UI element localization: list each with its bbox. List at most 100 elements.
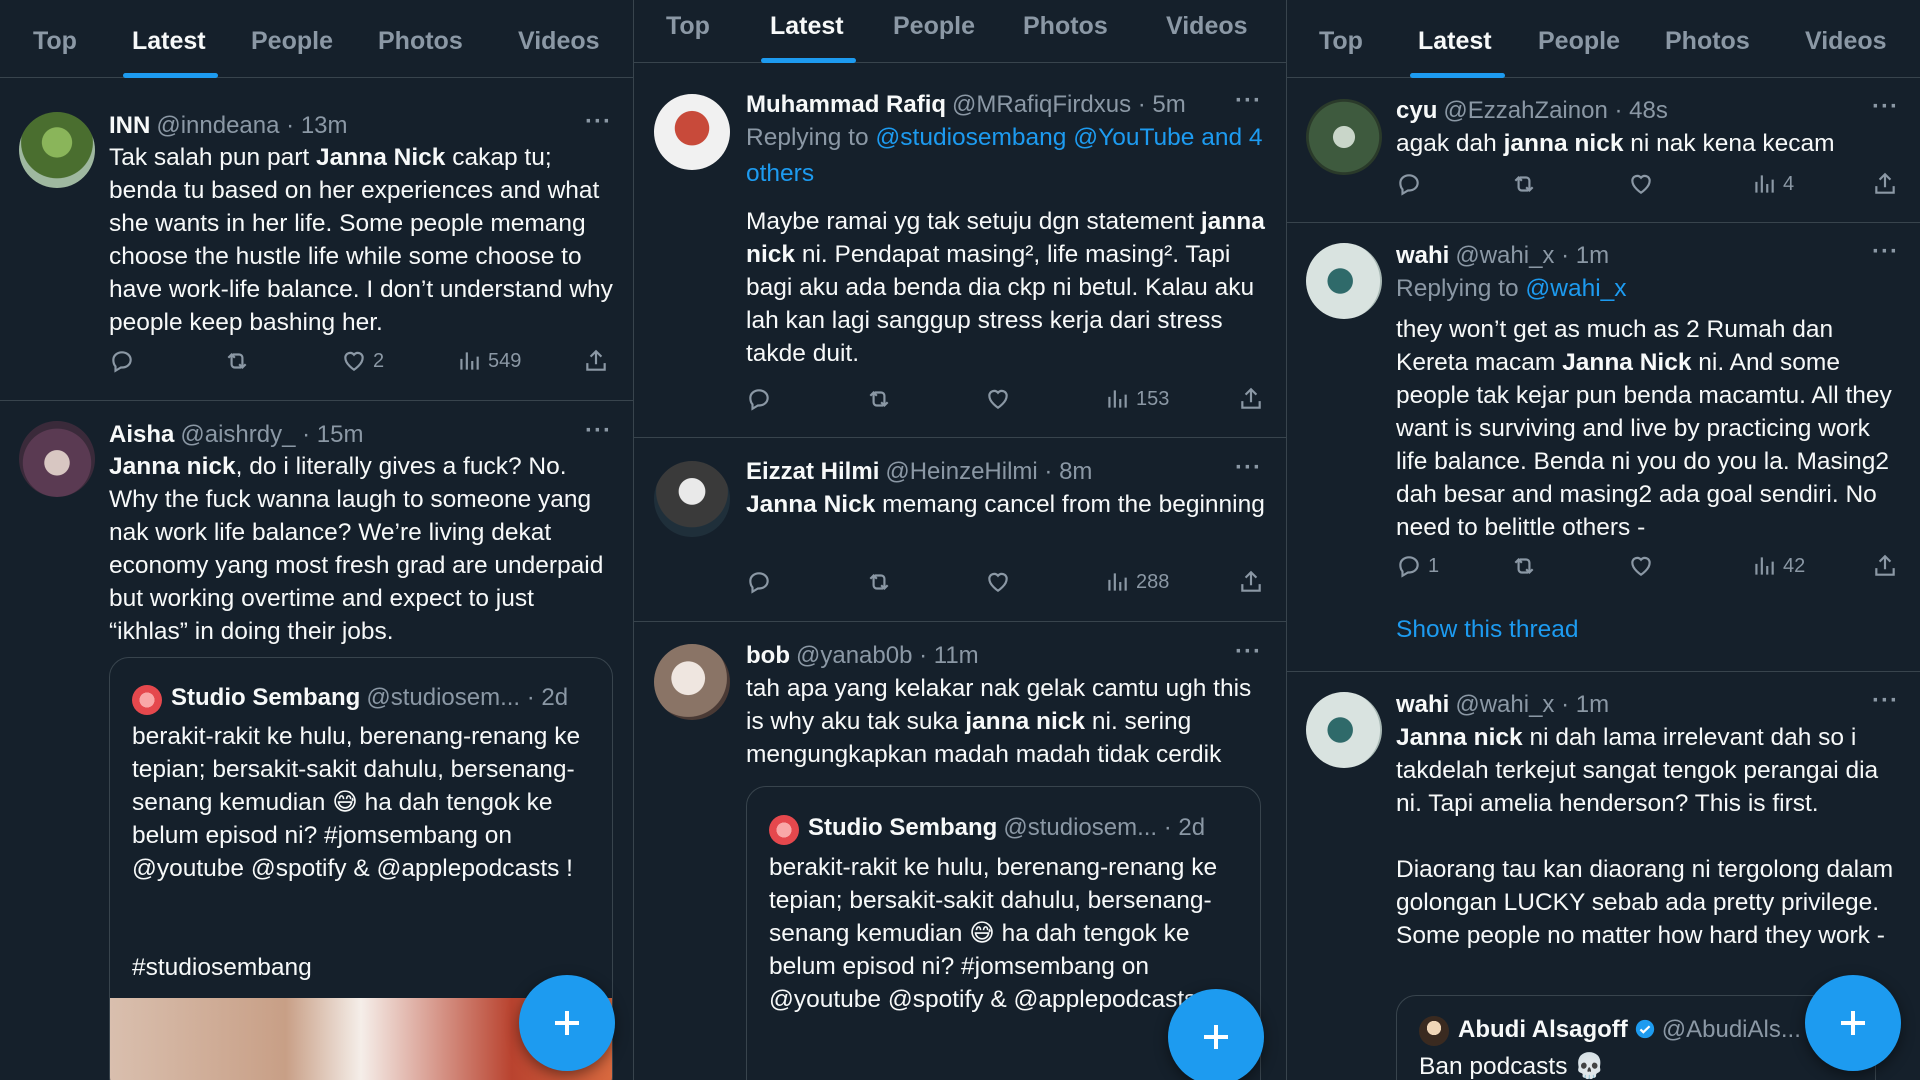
reply-button[interactable] xyxy=(109,348,135,374)
tab-latest[interactable]: Latest xyxy=(1418,27,1492,56)
more-icon[interactable]: ··· xyxy=(1872,238,1899,266)
retweet-button[interactable] xyxy=(866,386,892,412)
author-name[interactable]: Muhammad Rafiq xyxy=(746,91,946,118)
tab-photos[interactable]: Photos xyxy=(378,27,463,56)
author-handle[interactable]: @MRafiqFirdxus xyxy=(952,91,1131,118)
share-button[interactable] xyxy=(583,348,609,374)
views-button[interactable]: 42 xyxy=(1751,553,1805,579)
tab-top[interactable]: Top xyxy=(1319,27,1363,56)
tweet[interactable]: wahi @wahi_x · 1m ··· Replying to @wahi_x… xyxy=(1287,223,1920,672)
more-icon[interactable]: ··· xyxy=(1872,93,1899,121)
author-handle[interactable]: @yanab0b xyxy=(796,642,912,669)
author-name[interactable]: wahi xyxy=(1396,242,1449,269)
retweet-button[interactable] xyxy=(1511,553,1537,579)
like-button[interactable]: 2 xyxy=(341,348,384,374)
share-button[interactable] xyxy=(1238,569,1264,595)
retweet-button[interactable] xyxy=(866,569,892,595)
share-button[interactable] xyxy=(1872,171,1898,197)
compose-button[interactable] xyxy=(1805,975,1901,1071)
tab-videos[interactable]: Videos xyxy=(518,27,600,56)
tweet[interactable]: Eizzat Hilmi @HeinzeHilmi · 8m ··· Janna … xyxy=(634,438,1286,622)
tab-top[interactable]: Top xyxy=(33,27,77,56)
share-button[interactable] xyxy=(1238,386,1264,412)
like-button[interactable] xyxy=(1628,553,1654,579)
more-icon[interactable]: ··· xyxy=(1235,638,1262,666)
author-name[interactable]: INN xyxy=(109,112,150,139)
views-button[interactable]: 4 xyxy=(1751,171,1794,197)
more-icon[interactable]: ··· xyxy=(585,108,612,136)
views-button[interactable]: 549 xyxy=(456,348,521,374)
author-name[interactable]: wahi xyxy=(1396,691,1449,718)
quoted-header: Abudi Alsagoff @AbudiAls... xyxy=(1458,1016,1801,1044)
author-name[interactable]: Aisha xyxy=(109,421,174,448)
tab-photos[interactable]: Photos xyxy=(1023,12,1108,41)
tab-top[interactable]: Top xyxy=(666,12,710,41)
author-handle[interactable]: @wahi_x xyxy=(1455,691,1554,718)
retweet-button[interactable] xyxy=(1511,171,1537,197)
author-handle[interactable]: @wahi_x xyxy=(1455,242,1554,269)
avatar[interactable] xyxy=(654,644,730,720)
more-icon[interactable]: ··· xyxy=(585,417,612,445)
author-handle[interactable]: @aishrdy_ xyxy=(180,421,295,448)
more-icon[interactable]: ··· xyxy=(1235,454,1262,482)
avatar[interactable] xyxy=(19,112,95,188)
replying-to-link[interactable]: @wahi_x xyxy=(1525,275,1626,302)
tab-people[interactable]: People xyxy=(1538,27,1620,56)
author-handle[interactable]: @HeinzeHilmi xyxy=(885,458,1037,485)
tab-latest[interactable]: Latest xyxy=(132,27,206,56)
tab-photos[interactable]: Photos xyxy=(1665,27,1750,56)
views-icon xyxy=(1755,557,1774,575)
tweet[interactable]: Muhammad Rafiq @MRafiqFirdxus · 5m ··· Re… xyxy=(634,64,1286,438)
share-button[interactable] xyxy=(1872,553,1898,579)
avatar[interactable] xyxy=(1306,99,1382,175)
avatar[interactable] xyxy=(654,461,730,537)
compose-button[interactable] xyxy=(519,975,615,1071)
avatar[interactable] xyxy=(1306,243,1382,319)
tweet-time[interactable]: · 8m xyxy=(1044,458,1092,485)
retweet-button[interactable] xyxy=(224,348,250,374)
tweet-time[interactable]: · 13m xyxy=(286,112,347,139)
like-button[interactable] xyxy=(985,569,1011,595)
tweet-time[interactable]: · 5m xyxy=(1138,91,1186,118)
avatar[interactable] xyxy=(654,94,730,170)
show-thread-link[interactable]: Show this thread xyxy=(1396,616,1579,644)
avatar[interactable] xyxy=(19,421,95,497)
tab-videos[interactable]: Videos xyxy=(1805,27,1887,56)
reply-button[interactable] xyxy=(746,386,772,412)
tweet-time[interactable]: · 48s xyxy=(1614,97,1667,124)
tweet[interactable]: cyu @EzzahZainon · 48s ··· agak dah janna… xyxy=(1287,79,1920,223)
tab-videos[interactable]: Videos xyxy=(1166,12,1248,41)
tweet-time[interactable]: · 11m xyxy=(919,642,979,669)
avatar[interactable] xyxy=(1306,692,1382,768)
tweet-body: they won’t get as much as 2 Rumah dan Ke… xyxy=(1396,316,1892,541)
author-name[interactable]: Eizzat Hilmi xyxy=(746,458,879,485)
author-handle[interactable]: @EzzahZainon xyxy=(1443,97,1607,124)
quoted-tweet[interactable]: Abudi Alsagoff @AbudiAls... Ban podcasts … xyxy=(1396,995,1876,1080)
tweet-time[interactable]: · 1m xyxy=(1561,691,1609,718)
more-icon[interactable]: ··· xyxy=(1235,87,1262,115)
tweet[interactable]: Aisha @aishrdy_ · 15m ··· Janna nick, do … xyxy=(0,401,633,1080)
more-icon[interactable]: ··· xyxy=(1872,687,1899,715)
tab-people[interactable]: People xyxy=(251,27,333,56)
reply-button[interactable]: 1 xyxy=(1396,553,1439,579)
author-handle[interactable]: @inndeana xyxy=(156,112,279,139)
retweet-icon xyxy=(227,352,247,370)
tweet-actions: 288 xyxy=(746,569,1266,599)
views-button[interactable]: 153 xyxy=(1104,386,1169,412)
author-name[interactable]: cyu xyxy=(1396,97,1437,124)
tweet[interactable]: INN @inndeana · 13m ··· Tak salah pun par… xyxy=(0,79,633,401)
views-button[interactable]: 288 xyxy=(1104,569,1169,595)
tab-latest[interactable]: Latest xyxy=(770,12,844,41)
reply-button[interactable] xyxy=(1396,171,1422,197)
compose-button[interactable] xyxy=(1168,989,1264,1080)
reply-button[interactable] xyxy=(746,569,772,595)
tweet-time[interactable]: · 1m xyxy=(1561,242,1609,269)
like-button[interactable] xyxy=(985,386,1011,412)
quoted-author-name: Studio Sembang xyxy=(808,814,998,841)
tweet-actions: 1 42 xyxy=(1396,553,1896,583)
tab-people[interactable]: People xyxy=(893,12,975,41)
tweet-time[interactable]: · 15m xyxy=(302,421,363,448)
author-name[interactable]: bob xyxy=(746,642,790,669)
like-button[interactable] xyxy=(1628,171,1654,197)
retweet-icon xyxy=(1514,557,1534,575)
